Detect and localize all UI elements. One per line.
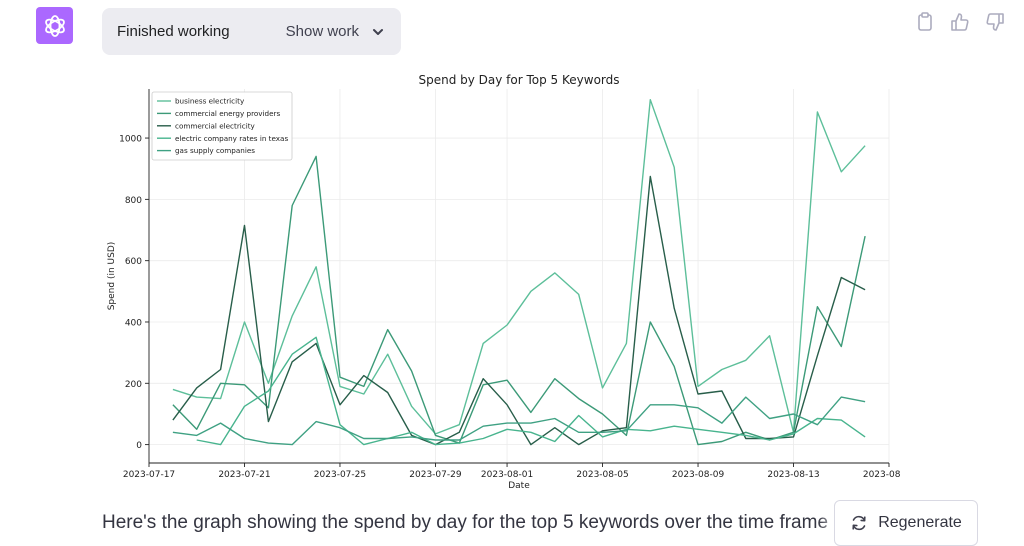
legend-label: electric company rates in texas: [175, 134, 288, 143]
x-axis-label: Date: [508, 481, 530, 491]
thumbs-down-button[interactable]: [984, 11, 1006, 33]
chevron-down-icon: [373, 28, 383, 35]
copy-button[interactable]: [914, 11, 936, 33]
y-tick-label: 1000: [119, 135, 142, 145]
thumbs-up-button[interactable]: [949, 11, 971, 33]
openai-logo-icon: [44, 14, 65, 37]
regenerate-button[interactable]: Regenerate: [834, 500, 978, 546]
status-text: Finished working: [117, 23, 230, 40]
y-tick-label: 800: [125, 196, 142, 206]
thumbs-down-icon: [986, 13, 1004, 31]
x-tick-label: 2023-08-17: [863, 470, 900, 480]
work-status-bar: Finished working Show work: [102, 8, 401, 55]
legend-label: business electricity: [175, 97, 245, 106]
clipboard-icon: [918, 12, 932, 31]
message-actions: [914, 11, 1006, 33]
x-tick-label: 2023-07-17: [123, 470, 175, 480]
legend-label: commercial electricity: [175, 121, 256, 130]
y-axis-label: Spend (in USD): [107, 242, 117, 311]
legend-label: gas supply companies: [175, 146, 255, 155]
refresh-icon: [852, 515, 866, 531]
y-tick-label: 0: [136, 441, 142, 451]
y-tick-label: 200: [125, 380, 142, 390]
x-tick-label: 2023-08-13: [767, 470, 819, 480]
series-line-4: [196, 336, 866, 446]
line-chart: 0 200 400 600 800 1000 2023-07-17 2023-07-21 202…: [107, 73, 900, 491]
show-work-toggle[interactable]: Show work: [286, 23, 385, 40]
x-tick-label: 2023-07-21: [218, 470, 270, 480]
assistant-message: Here's the graph showing the spend by da…: [102, 512, 829, 533]
chart-card: 0 200 400 600 800 1000 2023-07-17 2023-07-21 202…: [101, 68, 900, 493]
y-tick-label: 600: [125, 257, 142, 267]
y-tick-label: 400: [125, 318, 142, 328]
regenerate-label: Regenerate: [878, 514, 962, 531]
legend-label: commercial energy providers: [175, 109, 280, 118]
show-work-label: Show work: [285, 23, 359, 40]
x-tick-label: 2023-07-29: [409, 470, 462, 480]
assistant-avatar: [36, 7, 73, 44]
x-tick-label: 2023-08-01: [481, 470, 533, 480]
x-tick-label: 2023-08-05: [576, 470, 628, 480]
series-line-3: [172, 175, 866, 446]
chart-title: Spend by Day for Top 5 Keywords: [418, 73, 619, 87]
x-tick-label: 2023-08-09: [672, 470, 725, 480]
x-tick-label: 2023-07-25: [314, 470, 366, 480]
thumbs-up-icon: [951, 13, 969, 31]
